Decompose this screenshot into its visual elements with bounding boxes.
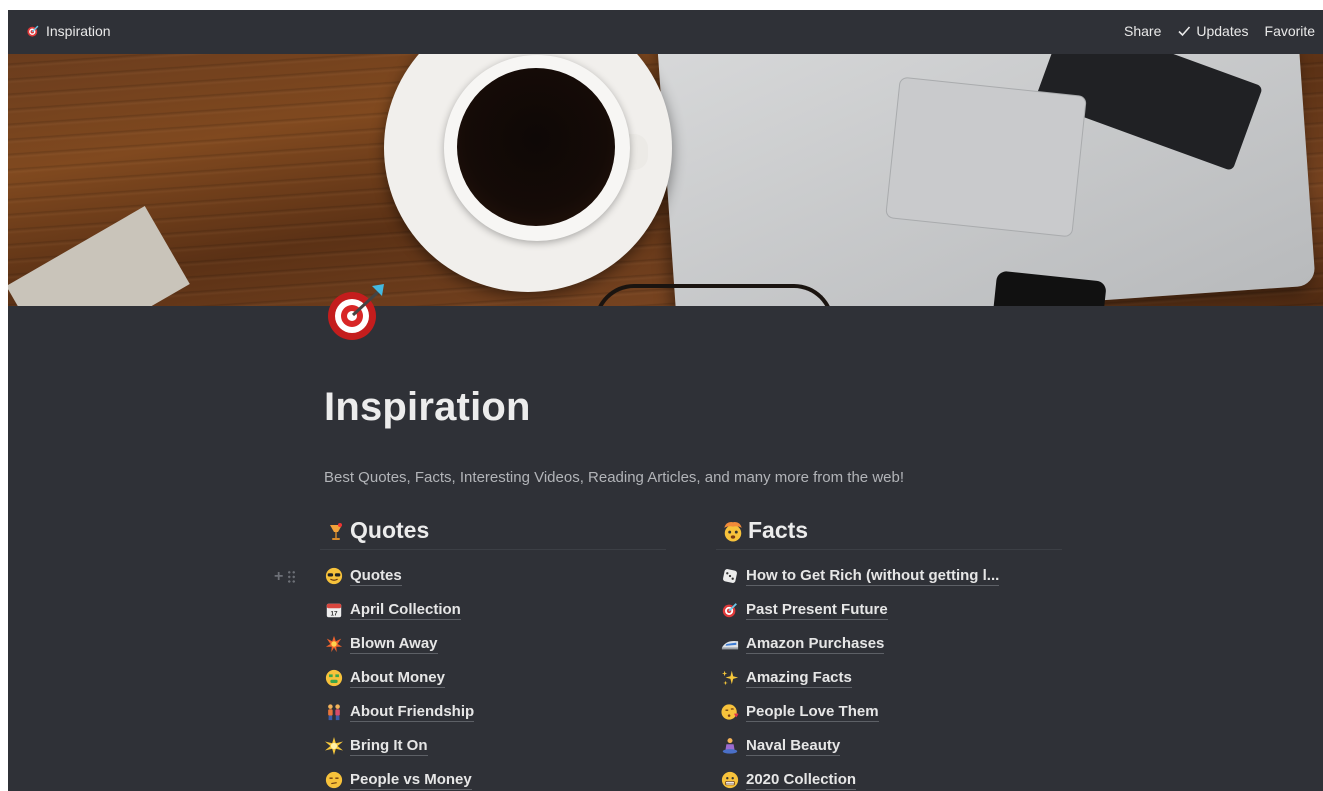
face-blowing-kiss-icon <box>721 704 739 720</box>
block-handle[interactable]: + <box>274 568 297 586</box>
quotes-column: Quotes + Quotes 17 April Collection Blow… <box>274 512 666 791</box>
list-item-past-present-future[interactable]: Past Present Future <box>716 593 1062 627</box>
page-title[interactable]: Inspiration <box>324 385 531 430</box>
list-item-how-to-get-rich[interactable]: How to Get Rich (without getting l... <box>716 559 1062 593</box>
breadcrumb[interactable]: Inspiration <box>26 23 111 39</box>
list-item-naval-beauty[interactable]: Naval Beauty <box>716 729 1062 763</box>
facts-heading-label: Facts <box>748 517 809 543</box>
dart-target-icon <box>27 25 39 37</box>
calendar-icon: 17 <box>326 603 342 617</box>
quotes-heading[interactable]: Quotes <box>320 512 666 550</box>
game-die-icon <box>723 569 737 583</box>
checkmark-icon <box>1178 26 1191 37</box>
exploding-head-icon <box>724 521 742 541</box>
glasses <box>594 284 834 306</box>
trackpad <box>885 76 1087 238</box>
person-in-lotus-position-icon <box>722 738 738 754</box>
plus-icon[interactable]: + <box>274 568 283 586</box>
list-item-quotes[interactable]: + Quotes <box>274 559 666 593</box>
quotes-heading-label: Quotes <box>350 517 430 543</box>
dart-target-icon <box>722 603 737 618</box>
cover-image[interactable] <box>8 54 1323 306</box>
drag-handle-icon[interactable] <box>287 570 297 584</box>
list-item-bring-it-on[interactable]: Bring It On <box>320 729 666 763</box>
updates-label: Updates <box>1196 23 1249 39</box>
collision-icon <box>325 635 343 653</box>
share-button[interactable]: Share <box>1124 23 1161 39</box>
high-speed-train-icon <box>721 640 739 650</box>
notion-window: Inspiration Share Updates Favorite Inspi… <box>8 10 1323 791</box>
sparkles-icon <box>721 670 739 686</box>
list-item-amazing-facts[interactable]: Amazing Facts <box>716 661 1062 695</box>
breadcrumb-label: Inspiration <box>46 23 111 39</box>
list-item-about-friendship[interactable]: About Friendship <box>320 695 666 729</box>
list-item-people-love-them[interactable]: People Love Them <box>716 695 1062 729</box>
favorite-button[interactable]: Favorite <box>1265 23 1316 39</box>
star-burst-icon <box>325 737 343 755</box>
svg-text:17: 17 <box>330 610 338 617</box>
facts-column: Facts How to Get Rich (without getting l… <box>716 512 1062 791</box>
list-item-people-vs-money[interactable]: People vs Money <box>320 763 666 791</box>
list-item-blown-away[interactable]: Blown Away <box>320 627 666 661</box>
facts-heading[interactable]: Facts <box>716 512 1062 550</box>
grimacing-face-icon <box>721 771 739 789</box>
page-description[interactable]: Best Quotes, Facts, Interesting Videos, … <box>324 469 904 486</box>
dart-target-icon[interactable] <box>326 282 386 342</box>
coffee <box>457 68 615 226</box>
list-item-about-money[interactable]: About Money <box>320 661 666 695</box>
money-mouth-face-icon <box>325 669 343 687</box>
list-item-amazon-purchases[interactable]: Amazon Purchases <box>716 627 1062 661</box>
list-item-april-collection[interactable]: 17 April Collection <box>320 593 666 627</box>
sunglasses-face-icon <box>325 567 343 585</box>
people-holding-hands-icon <box>328 704 340 721</box>
top-bar: Inspiration Share Updates Favorite <box>8 10 1323 54</box>
unamused-face-icon <box>325 771 343 789</box>
updates-button[interactable]: Updates <box>1177 23 1249 39</box>
list-item-2020-collection[interactable]: 2020 Collection <box>716 763 1062 791</box>
tropical-drink-icon <box>330 522 342 540</box>
